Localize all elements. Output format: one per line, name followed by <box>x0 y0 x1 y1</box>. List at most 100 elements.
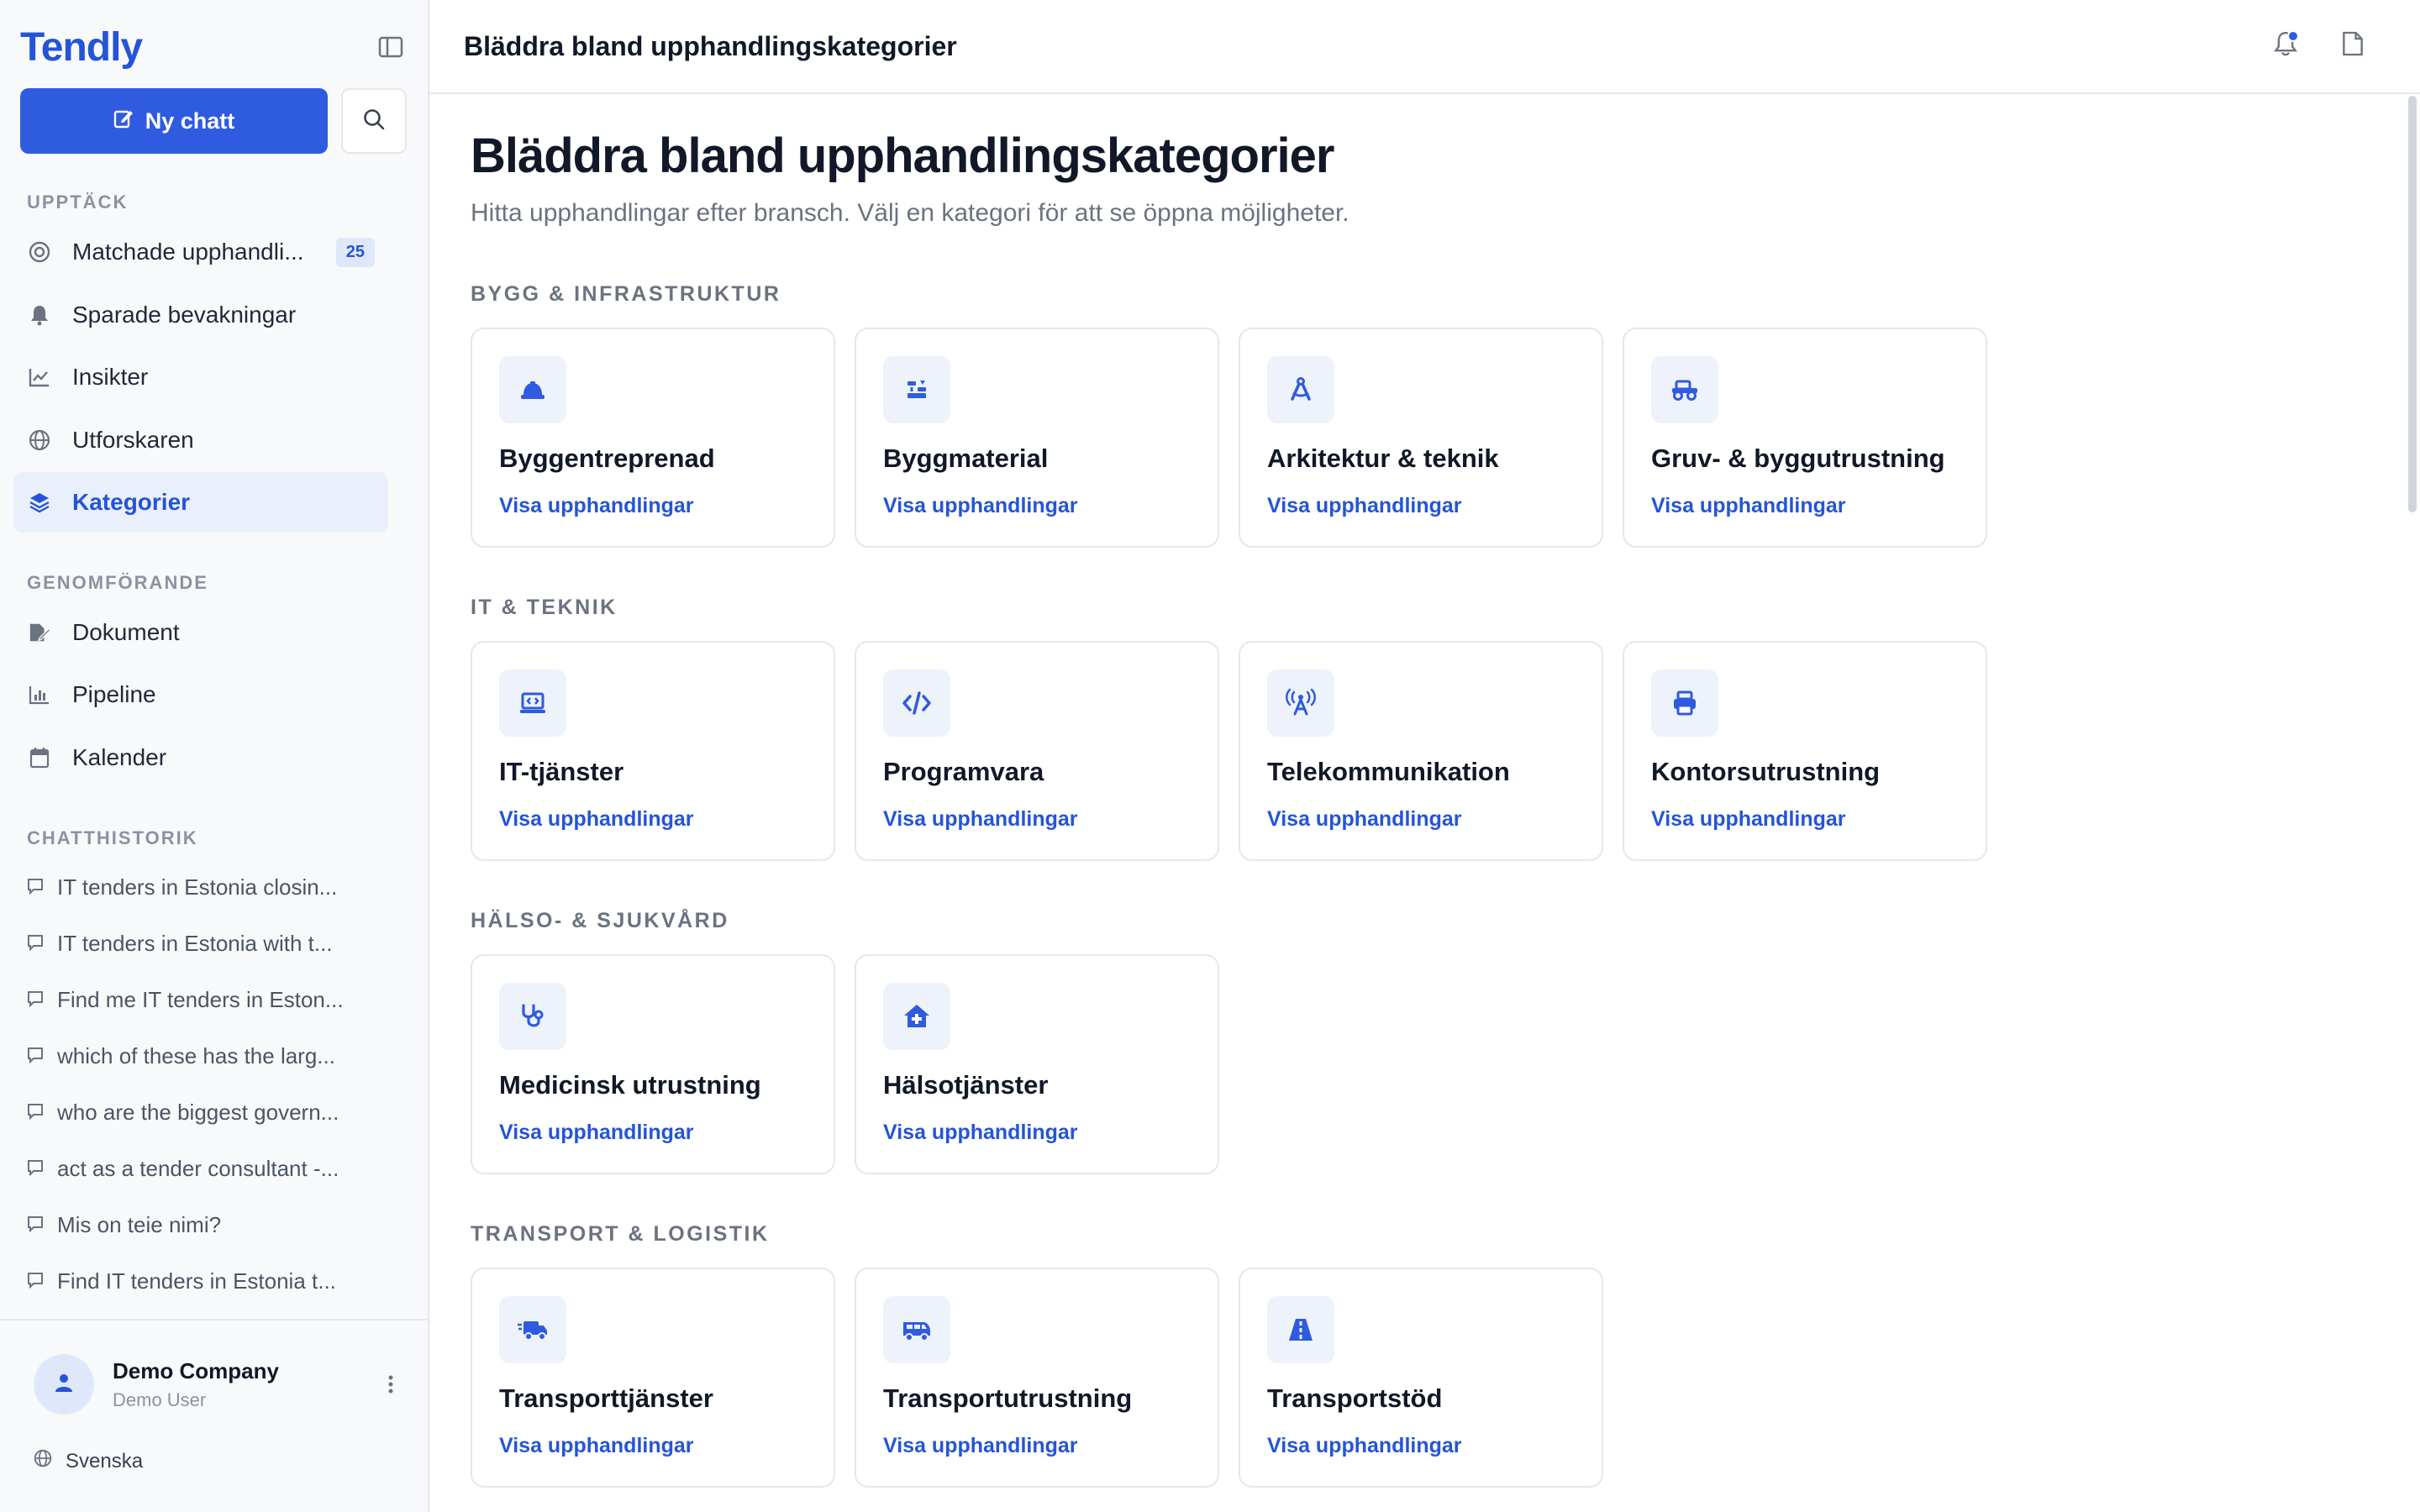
chat-history-item[interactable]: act as a tender consultant -... <box>27 1147 380 1189</box>
new-chat-button[interactable]: Ny chatt <box>20 88 328 154</box>
document-edit-icon <box>29 622 50 643</box>
view-tenders-link[interactable]: Visa upphandlingar <box>883 1121 1078 1145</box>
view-tenders-link[interactable]: Visa upphandlingar <box>499 1121 694 1145</box>
view-tenders-link[interactable]: Visa upphandlingar <box>883 807 1078 832</box>
chat-history-title: Find me IT tenders in Eston... <box>57 986 344 1012</box>
brand-logo[interactable]: Tendly <box>20 24 143 71</box>
chat-history-item[interactable]: Mis on teie nimi? <box>27 1204 380 1246</box>
nav-item-pipeline[interactable]: Pipeline <box>13 664 388 725</box>
calendar-icon <box>29 747 50 769</box>
category-card[interactable]: Transportstöd Visa upphandlingar <box>1239 1268 1603 1488</box>
nav-label: Matchade upphandli... <box>72 239 304 265</box>
category-card[interactable]: Kontorsutrustning Visa upphandlingar <box>1623 641 1987 861</box>
chat-bubble-icon <box>27 987 44 1013</box>
category-card-title: Gruv- & byggutrustning <box>1651 444 1945 473</box>
avatar <box>34 1354 94 1415</box>
count-badge: 25 <box>335 237 375 267</box>
category-card-title: Transporttjänster <box>499 1383 713 1413</box>
chat-history-item[interactable]: IT tenders in Estonia with t... <box>27 922 380 964</box>
page-header: Bläddra bland upphandlingskategorier Hit… <box>471 128 2395 228</box>
chat-bubble-icon <box>27 1156 44 1182</box>
new-chat-row: Ny chatt <box>20 88 407 154</box>
hard-hat-icon <box>499 356 566 423</box>
sidebar: Tendly Ny chatt UPPTÄCK Matchade upphand… <box>0 0 429 1512</box>
nav-label: Utforskaren <box>72 427 194 453</box>
category-card[interactable]: Medicinsk utrustning Visa upphandlingar <box>471 954 835 1174</box>
category-card[interactable]: Transportutrustning Visa upphandlingar <box>855 1268 1219 1488</box>
main-content: Bläddra bland upphandlingskategorier Blä… <box>429 0 2420 1512</box>
sidebar-header: Tendly <box>20 22 408 72</box>
section-label-execution: GENOMFÖRANDE <box>27 572 208 593</box>
chat-history-title: Mis on teie nimi? <box>57 1211 222 1237</box>
printer-icon <box>1651 669 1718 737</box>
chat-history-item[interactable]: Find me IT tenders in Eston... <box>27 979 380 1021</box>
notification-dot <box>2287 30 2299 42</box>
house-medical-icon <box>883 983 950 1050</box>
category-card-title: Arkitektur & teknik <box>1267 444 1499 473</box>
bell-icon <box>29 304 50 326</box>
category-card-title: Transportstöd <box>1267 1383 1443 1413</box>
view-tenders-link[interactable]: Visa upphandlingar <box>499 807 694 832</box>
nav-item-explorer[interactable]: Utforskaren <box>13 410 388 470</box>
nav-label: Kalender <box>72 744 167 770</box>
truck-fast-icon <box>499 1296 566 1363</box>
more-options-icon[interactable] <box>378 1368 403 1401</box>
van-shuttle-icon <box>883 1296 950 1363</box>
topbar: Bläddra bland upphandlingskategorier <box>429 0 2420 94</box>
view-tenders-link[interactable]: Visa upphandlingar <box>883 1434 1078 1458</box>
category-section-label: TRANSPORT & LOGISTIK <box>471 1222 770 1246</box>
category-card-title: Kontorsutrustning <box>1651 757 1881 786</box>
language-selector[interactable]: Svenska <box>34 1449 143 1473</box>
search-icon <box>362 108 386 135</box>
category-card-title: Medicinsk utrustning <box>499 1070 761 1100</box>
view-tenders-link[interactable]: Visa upphandlingar <box>499 1434 694 1458</box>
view-tenders-link[interactable]: Visa upphandlingar <box>1267 807 1462 832</box>
category-card[interactable]: Hälsotjänster Visa upphandlingar <box>855 954 1219 1174</box>
category-card[interactable]: Telekommunikation Visa upphandlingar <box>1239 641 1603 861</box>
chat-history-title: IT tenders in Estonia closin... <box>57 874 338 900</box>
nav-item-documents[interactable]: Dokument <box>13 602 388 663</box>
user-info: Demo Company Demo User <box>113 1358 279 1411</box>
sidebar-toggle-icon[interactable] <box>374 30 408 64</box>
search-button[interactable] <box>341 88 407 154</box>
chat-history-item[interactable]: who are the biggest govern... <box>27 1091 380 1133</box>
compass-drafting-icon <box>1267 356 1334 423</box>
nav-item-matched-tenders[interactable]: Matchade upphandli... 25 <box>13 222 388 282</box>
category-card[interactable]: Arkitektur & teknik Visa upphandlingar <box>1239 328 1603 548</box>
category-card[interactable]: Gruv- & byggutrustning Visa upphandlingar <box>1623 328 1987 548</box>
user-profile[interactable]: Demo Company Demo User <box>34 1354 403 1415</box>
nav-item-insights[interactable]: Insikter <box>13 347 388 407</box>
view-tenders-link[interactable]: Visa upphandlingar <box>1267 494 1462 518</box>
layers-icon <box>29 491 50 513</box>
category-card[interactable]: Byggentreprenad Visa upphandlingar <box>471 328 835 548</box>
chat-bubble-icon <box>27 874 44 900</box>
view-tenders-link[interactable]: Visa upphandlingar <box>499 494 694 518</box>
category-card[interactable]: Programvara Visa upphandlingar <box>855 641 1219 861</box>
nav-item-categories[interactable]: Kategorier <box>13 472 388 533</box>
nav-item-saved-watches[interactable]: Sparade bevakningar <box>13 285 388 345</box>
nav-label: Sparade bevakningar <box>72 302 297 328</box>
chat-history-title: which of these has the larg... <box>57 1042 335 1068</box>
chat-history-item[interactable]: IT tenders in Estonia closin... <box>27 866 380 908</box>
category-card[interactable]: Transporttjänster Visa upphandlingar <box>471 1268 835 1488</box>
view-tenders-link[interactable]: Visa upphandlingar <box>1651 494 1846 518</box>
building-materials-icon <box>883 356 950 423</box>
scrollbar[interactable] <box>2403 94 2420 1512</box>
view-tenders-link[interactable]: Visa upphandlingar <box>1651 807 1846 832</box>
view-tenders-link[interactable]: Visa upphandlingar <box>1267 1434 1462 1458</box>
category-card[interactable]: Byggmaterial Visa upphandlingar <box>855 328 1219 548</box>
page-title: Bläddra bland upphandlingskategorier <box>471 129 1334 183</box>
nav-item-calendar[interactable]: Kalender <box>13 727 388 788</box>
user-name: Demo Company <box>113 1357 279 1383</box>
notifications-button[interactable] <box>2269 29 2302 62</box>
chat-history-item[interactable]: which of these has the larg... <box>27 1035 380 1077</box>
category-card-title: Hälsotjänster <box>883 1070 1049 1100</box>
topbar-actions <box>2269 29 2370 62</box>
scrollbar-thumb[interactable] <box>2408 96 2417 512</box>
view-tenders-link[interactable]: Visa upphandlingar <box>883 494 1078 518</box>
stethoscope-icon <box>499 983 566 1050</box>
chat-history-item[interactable]: Find IT tenders in Estonia t... <box>27 1260 380 1302</box>
chat-bubble-icon <box>27 1212 44 1238</box>
document-button[interactable] <box>2336 29 2370 62</box>
category-card[interactable]: IT-tjänster Visa upphandlingar <box>471 641 835 861</box>
